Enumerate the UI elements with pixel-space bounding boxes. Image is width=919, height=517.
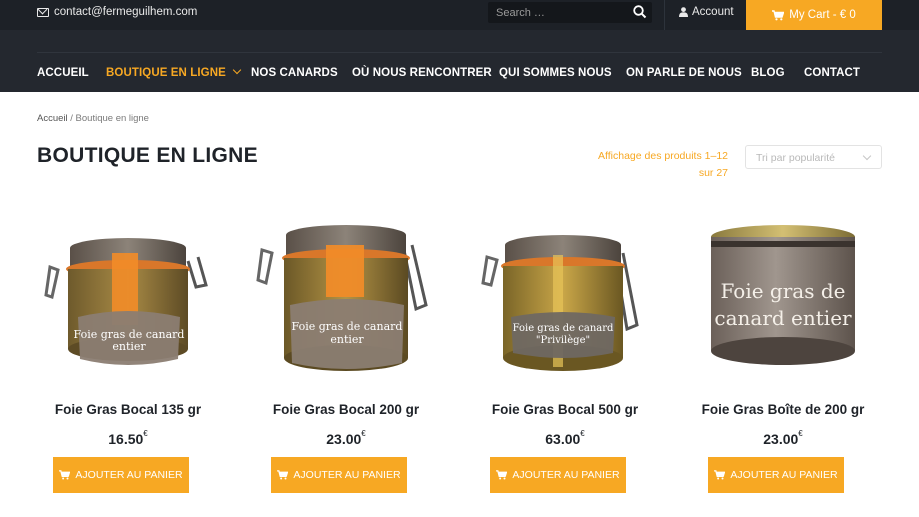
product-name[interactable]: Foie Gras Bocal 200 gr [236,402,456,417]
search-button[interactable] [632,4,648,20]
product-name[interactable]: Foie Gras Boîte de 200 gr [673,402,893,417]
result-count-line1: Affichage des produits 1–12 [598,150,728,162]
breadcrumb: Accueil / Boutique en ligne [37,113,149,124]
tin-label-line2: canard entier [714,306,852,330]
jar-label-line1: Foie gras de canard [513,323,614,334]
nav-item-contact[interactable]: CONTACT [804,67,860,79]
sort-select[interactable]: Tri par popularité [745,145,882,169]
breadcrumb-separator: / [70,113,73,124]
cart-label: My Cart - € 0 [789,9,856,21]
cart-icon [496,470,508,480]
nav-item-nos-canards[interactable]: NOS CANARDS [251,67,338,79]
add-to-cart-button[interactable]: AJOUTER AU PANIER [53,457,189,493]
add-to-cart-label: AJOUTER AU PANIER [512,469,620,481]
product-card: Foie gras de canard entier Foie Gras Boc… [28,205,228,505]
main-navigation: ACCUEIL BOUTIQUE EN LIGNE NOS CANARDS OÙ… [0,30,919,92]
topbar-divider [664,0,665,30]
add-to-cart-button[interactable]: AJOUTER AU PANIER [271,457,407,493]
add-to-cart-label: AJOUTER AU PANIER [730,469,838,481]
cart-button[interactable]: My Cart - € 0 [746,0,882,30]
nav-item-blog[interactable]: BLOG [751,67,785,79]
account-label: Account [692,6,734,18]
nav-item-ou-nous-rencontrer[interactable]: OÙ NOUS RENCONTRER [352,67,492,79]
jar-image: Foie gras de canard entier [44,238,208,365]
jar-image: Foie gras de canard "Privilège" [481,235,639,371]
product-image[interactable]: Foie gras de canard entier [28,205,228,390]
product-name[interactable]: Foie Gras Bocal 500 gr [455,402,675,417]
nav-item-on-parle-de-nous[interactable]: ON PARLE DE NOUS [626,67,742,79]
product-price-value: 63.00 [545,431,581,447]
chevron-down-icon [862,151,872,161]
envelope-icon [37,7,49,17]
jar-image: Foie gras de canard entier [256,225,428,371]
product-price: 23.00€ [683,429,883,447]
product-price: 16.50€ [28,429,228,447]
product-image[interactable]: Foie gras de canard "Privilège" [465,205,665,390]
tin-label-line1: Foie gras de [721,279,846,303]
product-price-value: 23.00 [763,431,799,447]
cart-icon [277,470,289,480]
product-image[interactable]: Foie gras de canard entier [246,205,446,390]
cart-icon [772,9,785,20]
nav-item-boutique[interactable]: BOUTIQUE EN LIGNE [106,65,242,79]
page-title: BOUTIQUE EN LIGNE [37,144,258,167]
nav-item-accueil[interactable]: ACCUEIL [37,67,89,79]
add-to-cart-label: AJOUTER AU PANIER [293,469,401,481]
result-count-line2: sur 27 [698,167,728,179]
product-price-value: 16.50 [108,431,144,447]
breadcrumb-home[interactable]: Accueil [37,113,68,124]
add-to-cart-button[interactable]: AJOUTER AU PANIER [708,457,844,493]
product-image[interactable]: Foie gras de canard entier [683,205,883,390]
product-price: 63.00€ [465,429,665,447]
search-box [488,2,652,23]
chevron-down-icon [232,65,242,75]
product-price-currency: € [143,429,148,438]
product-card: Foie gras de canard entier Foie Gras Boc… [246,205,446,505]
product-price: 23.00€ [246,429,446,447]
product-price-value: 23.00 [326,431,362,447]
add-to-cart-button[interactable]: AJOUTER AU PANIER [490,457,626,493]
nav-divider [37,52,882,53]
jar-label-line2: "Privilège" [536,335,590,346]
jar-label-line2: entier [330,333,364,346]
tin-image: Foie gras de canard entier [711,225,855,365]
contact-email[interactable]: contact@fermeguilhem.com [37,6,197,18]
product-card: Foie gras de canard "Privilège" Foie Gra… [465,205,665,505]
nav-item-qui-sommes-nous[interactable]: QUI SOMMES NOUS [499,67,612,79]
breadcrumb-current: Boutique en ligne [75,113,149,124]
result-count: Affichage des produits 1–12 sur 27 [580,148,728,182]
sort-select-value: Tri par popularité [756,152,835,164]
account-link[interactable]: Account [679,6,734,18]
product-price-currency: € [580,429,585,438]
jar-label-line2: entier [112,340,146,353]
search-input[interactable] [488,2,628,23]
cart-icon [714,470,726,480]
user-icon [679,7,688,17]
product-name[interactable]: Foie Gras Bocal 135 gr [18,402,238,417]
search-icon [633,5,647,19]
add-to-cart-label: AJOUTER AU PANIER [75,469,183,481]
contact-email-text: contact@fermeguilhem.com [54,6,198,18]
product-price-currency: € [361,429,366,438]
cart-icon [59,470,71,480]
product-card: Foie gras de canard entier Foie Gras Boî… [683,205,883,505]
nav-item-boutique-label: BOUTIQUE EN LIGNE [106,67,226,79]
jar-label-line1: Foie gras de canard [292,320,403,333]
top-bar: contact@fermeguilhem.com Account My Cart… [0,0,919,30]
product-price-currency: € [798,429,803,438]
